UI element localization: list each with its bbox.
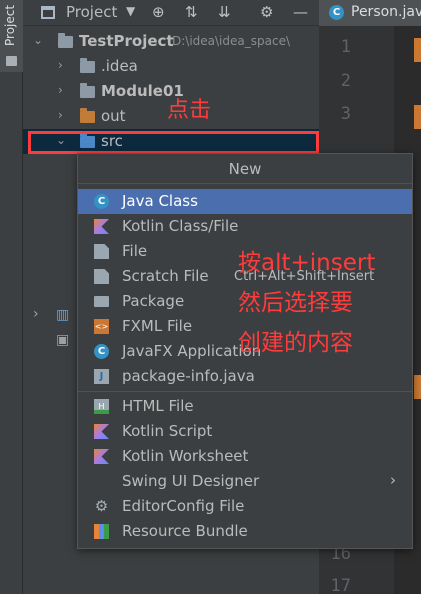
popup-title: New xyxy=(78,154,412,184)
project-tool-tab-label: Project xyxy=(3,4,17,46)
html-icon: H xyxy=(94,399,109,414)
menu-item-html-file[interactable]: H HTML File xyxy=(78,394,412,419)
folder-icon xyxy=(6,56,17,66)
resource-bundle-icon xyxy=(94,524,109,539)
code-token xyxy=(414,38,421,62)
tab-label: Person.java xyxy=(351,4,421,20)
menu-item-label: Scratch File xyxy=(122,267,209,285)
code-token xyxy=(414,105,421,129)
chevron-right-icon[interactable]: › xyxy=(58,108,63,122)
menu-item-label: Kotlin Class/File xyxy=(122,217,239,235)
module-folder-icon xyxy=(80,83,95,98)
menu-item-editorconfig-file[interactable]: ⚙ EditorConfig File xyxy=(78,494,412,519)
line-number: 3 xyxy=(340,104,351,124)
scratches-icon: ▣ xyxy=(56,332,70,348)
menu-item-label: Kotlin Worksheet xyxy=(122,447,249,465)
chevron-right-icon[interactable]: › xyxy=(58,58,63,72)
panel-title[interactable]: Project xyxy=(66,3,117,21)
module-folder-icon xyxy=(58,33,73,48)
menu-separator xyxy=(78,391,412,392)
excluded-folder-icon xyxy=(80,108,95,123)
menu-item-label: Swing UI Designer xyxy=(122,472,260,490)
left-tool-stripe: Project xyxy=(0,0,23,594)
line-number: 1 xyxy=(340,37,351,57)
code-token xyxy=(414,375,421,399)
external-libraries-icon: ▥ xyxy=(56,307,70,323)
window-icon xyxy=(41,6,55,19)
menu-item-kotlin-worksheet[interactable]: Kotlin Worksheet xyxy=(78,444,412,469)
annotation-click: 点击 xyxy=(167,98,212,123)
chevron-down-icon[interactable]: ▼ xyxy=(126,4,135,18)
menu-item-label: package-info.java xyxy=(122,367,255,385)
root-name: TestProject xyxy=(79,32,174,50)
javafx-icon: C xyxy=(94,344,109,359)
kotlin-icon xyxy=(94,219,109,234)
kotlin-script-icon xyxy=(94,424,109,439)
menu-item-package-info[interactable]: J package-info.java xyxy=(78,364,412,389)
menu-item-label: Java Class xyxy=(122,192,198,210)
package-icon xyxy=(94,296,109,307)
chevron-down-icon[interactable]: ⌄ xyxy=(33,33,43,47)
line-number: 2 xyxy=(340,71,351,91)
chevron-right-icon[interactable]: › xyxy=(58,83,63,97)
collapse-all-icon[interactable]: ⇊ xyxy=(218,3,231,21)
menu-item-kotlin-class[interactable]: Kotlin Class/File xyxy=(78,214,412,239)
gear-icon[interactable]: ⚙ xyxy=(260,3,273,21)
annotation-instruction-line2: 然后选择要 xyxy=(238,290,353,316)
project-tool-tab[interactable]: Project xyxy=(0,0,23,72)
menu-item-label: File xyxy=(122,242,148,260)
file-icon xyxy=(94,244,109,259)
kotlin-worksheet-icon xyxy=(94,449,109,464)
menu-item-resource-bundle[interactable]: Resource Bundle xyxy=(78,519,412,544)
chevron-right-icon[interactable]: › xyxy=(33,306,39,322)
menu-item-java-class[interactable]: C Java Class xyxy=(78,189,412,214)
chevron-right-icon: › xyxy=(390,471,396,489)
menu-item-label: HTML File xyxy=(122,397,194,415)
menu-item-label: FXML File xyxy=(122,317,193,335)
scratch-file-icon xyxy=(94,269,109,284)
expand-all-icon[interactable]: ⇅ xyxy=(185,3,198,21)
annotation-instruction-line1: 按alt+insert xyxy=(238,250,376,276)
fxml-icon: <> xyxy=(94,319,109,334)
folder-icon xyxy=(80,58,95,73)
annotation-highlight-box xyxy=(28,131,319,154)
tree-root-testproject[interactable]: ⌄ TestProject D:\idea\idea_space\ xyxy=(23,29,319,54)
tree-item-label: out xyxy=(101,107,126,125)
root-path: D:\idea\idea_space\ xyxy=(172,34,290,48)
menu-item-label: Package xyxy=(122,292,185,310)
project-panel-header: Project ▼ ⊕ ⇅ ⇊ ⚙ — xyxy=(23,0,319,26)
java-file-icon: J xyxy=(94,369,109,384)
tab-person-java[interactable]: C Person.java xyxy=(319,0,421,26)
class-icon: C xyxy=(329,5,344,20)
menu-item-label: Resource Bundle xyxy=(122,522,248,540)
tree-item-label: .idea xyxy=(101,57,138,75)
menu-item-label: Kotlin Script xyxy=(122,422,213,440)
annotation-instruction-line3: 创建的内容 xyxy=(238,330,353,356)
tree-item-idea[interactable]: › .idea xyxy=(23,54,319,79)
line-number: 17 xyxy=(330,576,351,594)
minimize-icon[interactable]: — xyxy=(293,3,308,21)
editor-tab-bar: C Person.java xyxy=(319,0,421,26)
locate-icon[interactable]: ⊕ xyxy=(152,3,165,21)
menu-item-kotlin-script[interactable]: Kotlin Script xyxy=(78,419,412,444)
gear-icon: ⚙ xyxy=(94,497,109,515)
class-icon: C xyxy=(94,194,109,209)
menu-item-label: EditorConfig File xyxy=(122,497,245,515)
menu-item-swing-ui-designer[interactable]: Swing UI Designer › xyxy=(78,469,412,494)
